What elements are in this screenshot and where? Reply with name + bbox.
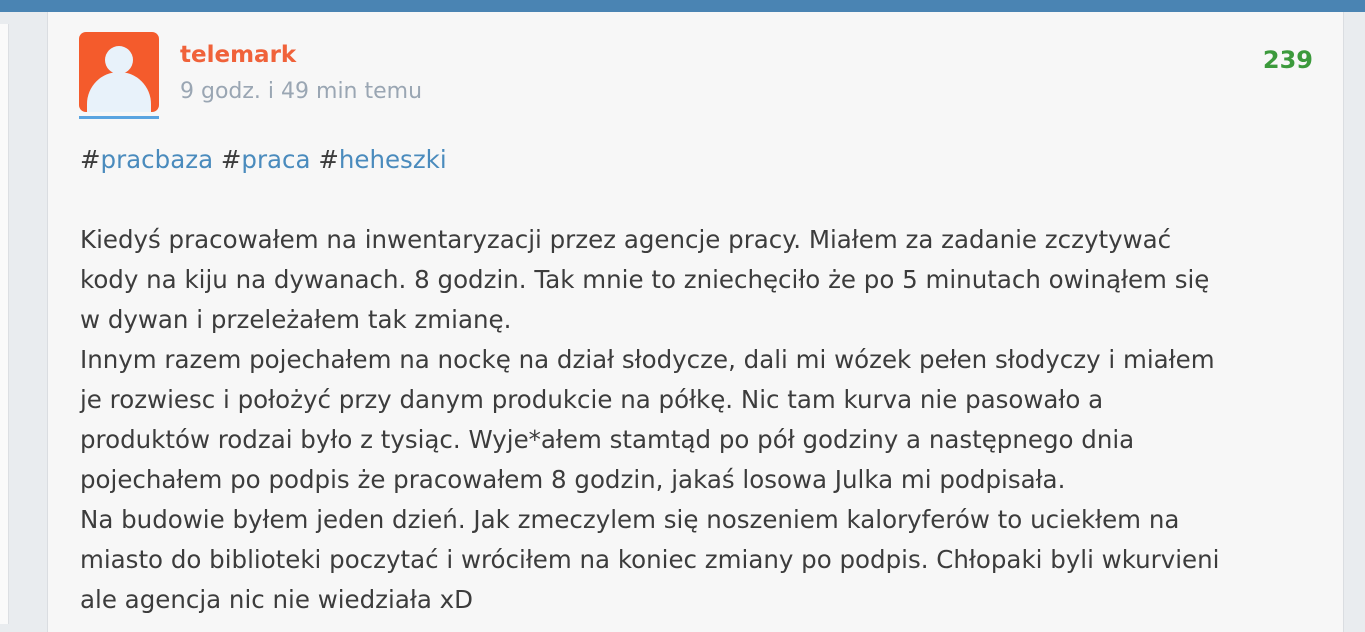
post-text-line: miasto do biblioteki poczytać i wróciłem…: [80, 545, 1220, 574]
post-text-line: je rozwiesc i położyć przy danym produkc…: [80, 385, 1104, 414]
top-nav-bar: [0, 0, 1365, 12]
post-text-line: Innym razem pojechałem na nockę na dział…: [80, 345, 1215, 374]
post-text-line: produktów rodzai było z tysiąc. Wyje*ałe…: [80, 425, 1135, 454]
tag-hash: #: [220, 145, 242, 174]
tag-pracbaza[interactable]: #pracbaza: [80, 145, 213, 174]
sidebar-edge: [0, 24, 9, 624]
vote-count[interactable]: 239: [1263, 46, 1313, 74]
avatar-head-icon: [105, 46, 133, 74]
tag-list: #pracbaza #praca #heheszki: [80, 140, 1325, 180]
tag-name: pracbaza: [100, 145, 214, 174]
post-text-line: w dywan i przeleżałem tak zmianę.: [80, 305, 512, 334]
avatar-gender-bar: [79, 116, 159, 119]
post-text-line: kody na kiju na dywanach. 8 godzin. Tak …: [80, 265, 1210, 294]
post-content: #pracbaza #praca #heheszki Kiedyś pracow…: [80, 140, 1325, 620]
post-timestamp[interactable]: 9 godz. i 49 min temu: [180, 79, 422, 104]
post-text-line: ale agencja nic nie wiedziała xD: [80, 585, 473, 614]
author-username[interactable]: telemark: [180, 42, 296, 68]
avatar-body-icon: [87, 72, 151, 112]
tag-praca[interactable]: #praca: [221, 145, 311, 174]
avatar[interactable]: [79, 32, 159, 112]
tag-hash: #: [318, 145, 339, 174]
post-text-line: pojechałem po podpis że pracowałem 8 god…: [80, 465, 1066, 494]
tag-hash: #: [80, 145, 101, 174]
tag-heheszki[interactable]: #heheszki: [318, 145, 446, 174]
post-text-line: Na budowie byłem jeden dzień. Jak zmeczy…: [80, 505, 1180, 534]
tag-name: praca: [241, 145, 311, 174]
post-text-line: Kiedyś pracowałem na inwentaryzacji prze…: [80, 225, 1172, 254]
post-card: telemark 9 godz. i 49 min temu 239 #prac…: [47, 12, 1344, 632]
tag-name: heheszki: [338, 145, 447, 174]
